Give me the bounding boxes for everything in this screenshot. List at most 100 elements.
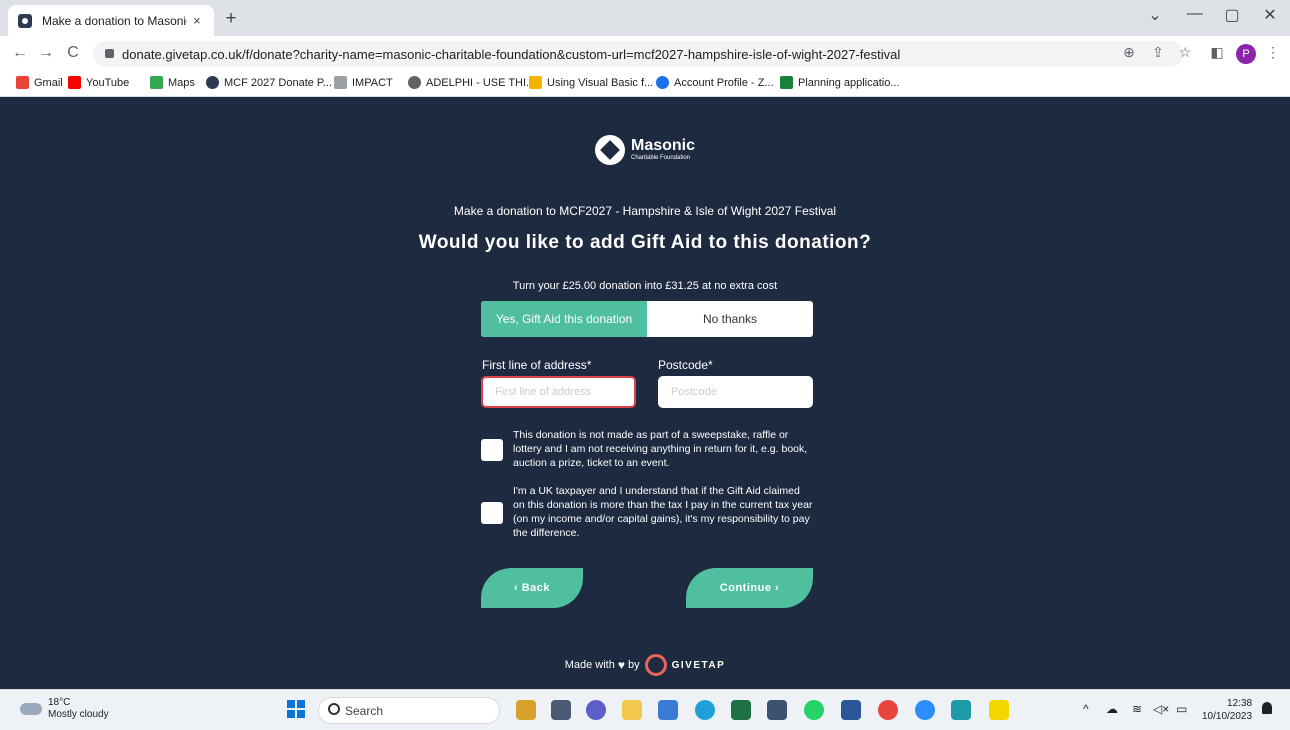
taxpayer-checkbox[interactable] — [481, 502, 503, 524]
whatsapp-icon[interactable] — [804, 700, 824, 720]
gift-aid-no-button[interactable]: No thanks — [647, 301, 813, 337]
masonic-emblem-icon — [595, 135, 625, 165]
gift-aid-toggle: Yes, Gift Aid this donation No thanks — [481, 301, 813, 337]
footer-credit: Made with ♥ by GIVETAP — [0, 654, 1290, 676]
bookmark-visual-basic[interactable]: Using Visual Basic f... — [529, 76, 653, 89]
profile-avatar[interactable]: P — [1236, 44, 1256, 64]
lock-icon — [105, 49, 114, 58]
copilot-icon[interactable] — [516, 700, 536, 720]
notification-bell-icon[interactable] — [1262, 702, 1272, 714]
wifi-icon[interactable]: ≋ — [1132, 702, 1142, 716]
onedrive-icon[interactable]: ☁ — [1106, 702, 1118, 716]
site-favicon-icon — [18, 13, 32, 28]
word-icon[interactable] — [841, 700, 861, 720]
share-icon[interactable]: ⇪ — [1149, 44, 1167, 61]
minimize-button[interactable]: — — [1180, 5, 1210, 29]
donation-subtitle: Make a donation to MCF2027 - Hampshire &… — [453, 204, 837, 218]
address-bar[interactable]: donate.givetap.co.uk/f/donate?charity-na… — [93, 41, 1183, 67]
youtube-icon — [68, 76, 81, 89]
tab-close-icon[interactable]: × — [193, 13, 201, 28]
windows-taskbar: 18°C Mostly cloudy Search ^ ☁ ≋ ◁× ▭ 12:… — [0, 689, 1290, 730]
file-explorer-icon[interactable] — [622, 700, 642, 720]
planning-icon — [780, 76, 793, 89]
globe-icon — [408, 76, 421, 89]
browser-tab[interactable]: Make a donation to Masonic Ch × — [8, 5, 214, 36]
taxpayer-declaration: I'm a UK taxpayer and I understand that … — [513, 485, 813, 539]
new-tab-button[interactable]: + — [222, 8, 240, 30]
reload-icon[interactable]: C — [63, 44, 83, 62]
weather-desc: Mostly cloudy — [48, 709, 109, 720]
excel-icon[interactable] — [731, 700, 751, 720]
menu-icon[interactable]: ⋮ — [1264, 44, 1282, 61]
tab-title: Make a donation to Masonic Ch — [42, 13, 187, 28]
weather-widget[interactable]: 18°C Mostly cloudy — [20, 697, 109, 721]
chrome-icon[interactable] — [878, 700, 898, 720]
tab-search-icon[interactable]: ⌄ — [1140, 5, 1170, 29]
gmail-icon — [16, 76, 29, 89]
close-window-button[interactable]: ✕ — [1255, 5, 1285, 29]
url-text[interactable]: donate.givetap.co.uk/f/donate?charity-na… — [122, 47, 900, 62]
clock-date: 10/10/2023 — [1202, 711, 1253, 722]
page-title: Would you like to add Gift Aid to this d… — [418, 232, 872, 253]
made-with-text: Made with — [564, 659, 615, 671]
bookmark-gmail[interactable]: Gmail — [16, 76, 63, 89]
address-label: First line of address* — [482, 358, 592, 372]
battery-icon[interactable]: ▭ — [1176, 702, 1187, 716]
zoom-icon[interactable] — [915, 700, 935, 720]
volume-muted-icon[interactable]: ◁× — [1153, 702, 1169, 716]
by-text: by — [627, 659, 640, 671]
givetap-logo-icon — [644, 654, 667, 676]
weather-temp: 18°C — [48, 697, 71, 708]
bookmark-maps[interactable]: Maps — [150, 76, 195, 89]
calendar-icon[interactable] — [767, 700, 787, 720]
maps-icon — [150, 76, 163, 89]
restore-button[interactable]: ▢ — [1217, 5, 1247, 29]
address-input[interactable] — [481, 376, 636, 408]
bookmark-mcf[interactable]: MCF 2027 Donate P... — [206, 76, 332, 89]
files-icon[interactable] — [551, 700, 571, 720]
bookmark-planning[interactable]: Planning applicatio... — [780, 76, 900, 89]
donation-page: Masonic Charitable Foundation Make a don… — [0, 97, 1290, 689]
givetap-brand[interactable]: GIVETAP — [672, 660, 726, 671]
postcode-input[interactable] — [658, 376, 813, 408]
taskbar-search-label: Search — [345, 703, 384, 718]
mcf-icon — [206, 76, 219, 89]
teams-chat-icon[interactable] — [586, 700, 606, 720]
forward-icon[interactable]: → — [36, 44, 56, 62]
zoom-icon[interactable]: ⊕ — [1120, 44, 1138, 61]
bookmark-adelphi[interactable]: ADELPHI - USE THI... — [408, 76, 535, 89]
system-clock[interactable]: 12:38 10/10/2023 — [1202, 697, 1252, 723]
no-benefit-declaration: This donation is not made as part of a s… — [513, 429, 808, 469]
store-icon[interactable] — [658, 700, 678, 720]
back-icon[interactable]: ← — [10, 44, 30, 62]
logo-name: Masonic — [631, 137, 696, 154]
sidepanel-icon[interactable]: ◧ — [1208, 44, 1226, 61]
postcode-label: Postcode* — [658, 358, 713, 372]
continue-button[interactable]: Continue › — [686, 568, 813, 608]
calculator-icon[interactable] — [951, 700, 971, 720]
bookmark-account-profile[interactable]: Account Profile - Z... — [656, 76, 774, 89]
heart-icon: ♥ — [617, 658, 625, 672]
masonic-logo: Masonic Charitable Foundation — [595, 135, 695, 165]
edge-icon[interactable] — [695, 700, 715, 720]
star-icon[interactable]: ☆ — [1176, 44, 1194, 61]
back-button[interactable]: ‹ Back — [481, 568, 583, 608]
bookmarks-bar: Gmail YouTube Maps MCF 2027 Donate P... … — [0, 72, 1290, 97]
tab-strip: Make a donation to Masonic Ch × + ⌄ — ▢ … — [0, 0, 1290, 36]
gift-aid-yes-button[interactable]: Yes, Gift Aid this donation — [481, 301, 647, 337]
microsoft-icon — [529, 76, 542, 89]
gift-aid-offer: Turn your £25.00 donation into £31.25 at… — [512, 280, 778, 292]
norton-icon[interactable] — [989, 700, 1009, 720]
impact-icon — [334, 76, 347, 89]
logo-sub: Charitable Foundation — [631, 155, 691, 161]
browser-toolbar: ← → C donate.givetap.co.uk/f/donate?char… — [0, 36, 1290, 72]
zoho-icon — [656, 76, 669, 89]
search-icon — [328, 703, 340, 715]
bookmark-youtube[interactable]: YouTube — [68, 76, 129, 89]
bookmark-impact[interactable]: IMPACT — [334, 76, 393, 89]
no-benefit-checkbox[interactable] — [481, 439, 503, 461]
windows-start-icon[interactable] — [287, 700, 305, 718]
cloud-icon — [20, 703, 42, 715]
tray-overflow-icon[interactable]: ^ — [1083, 702, 1089, 716]
taskbar-search[interactable]: Search — [318, 697, 500, 724]
